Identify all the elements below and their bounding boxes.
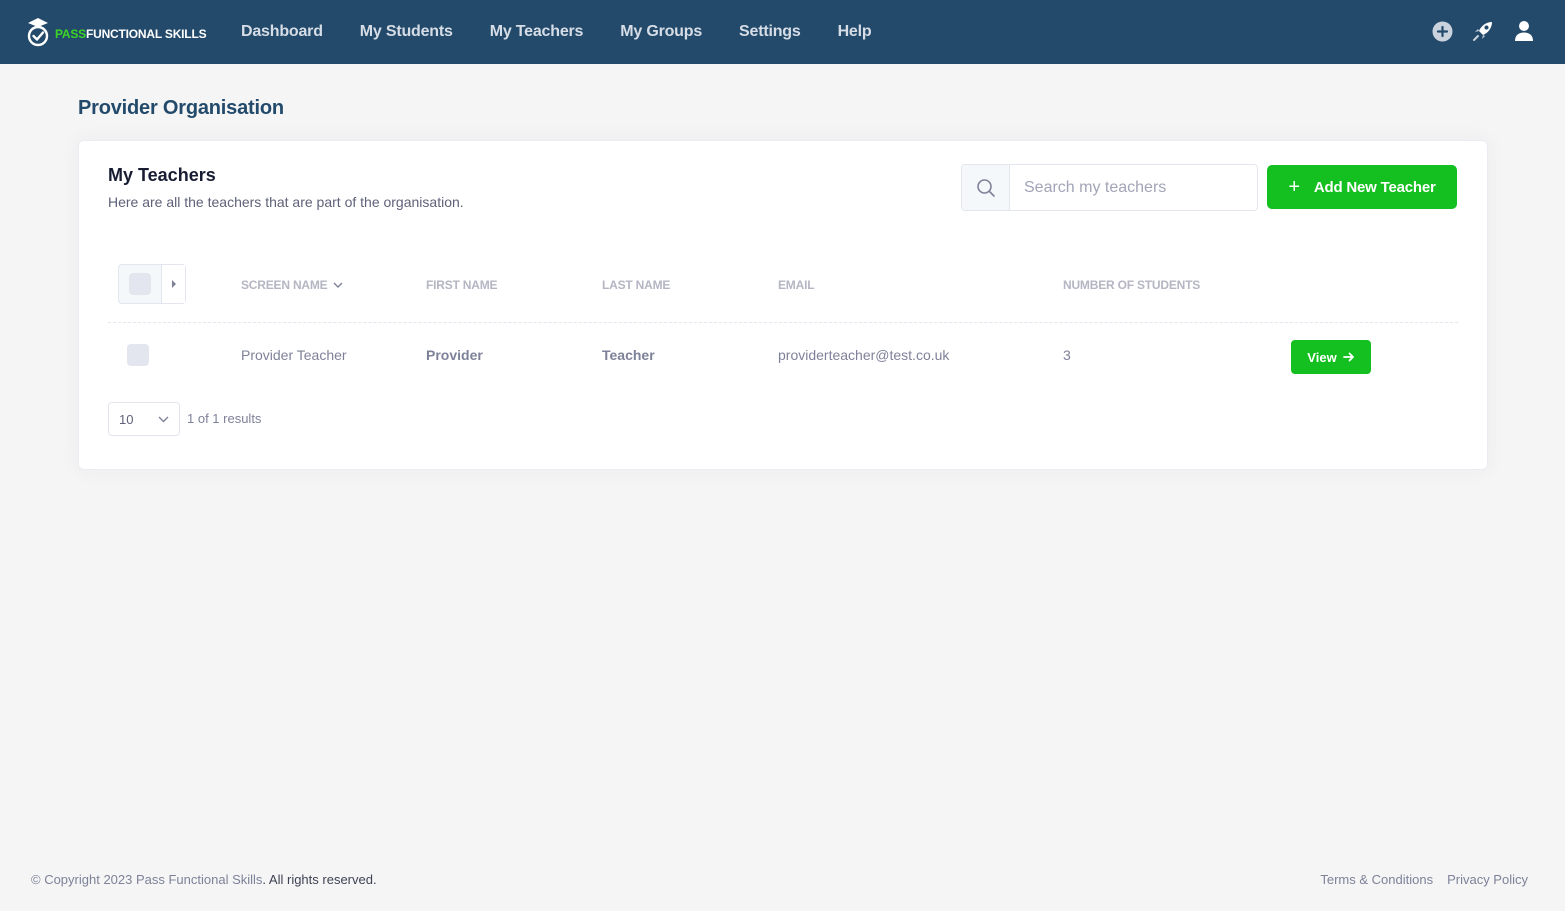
chevron-down-icon [158, 416, 169, 422]
plus-circle-icon[interactable] [1431, 19, 1453, 43]
search-bar [961, 164, 1258, 211]
nav-my-students[interactable]: My Students [341, 23, 471, 41]
arrow-right-icon [1342, 352, 1354, 362]
cell-first-name: Provider [426, 347, 483, 363]
page-title: Provider Organisation [78, 97, 284, 119]
cell-screen-name: Provider Teacher [241, 347, 347, 363]
table-row: Provider Teacher Provider Teacher provid… [108, 323, 1458, 391]
add-new-teacher-label: Add New Teacher [1313, 178, 1436, 196]
copyright-suffix: . All rights reserved. [262, 872, 377, 887]
cell-last-name: Teacher [602, 347, 655, 363]
terms-link[interactable]: Terms & Conditions [1320, 872, 1433, 887]
col-email[interactable]: EMAIL [778, 278, 815, 292]
per-page-value: 10 [119, 411, 134, 427]
search-icon [962, 165, 1010, 210]
main-nav: Dashboard My Students My Teachers My Gro… [222, 0, 889, 64]
bulk-select[interactable] [118, 264, 186, 304]
nav-my-teachers[interactable]: My Teachers [471, 23, 602, 41]
copyright: © Copyright 2023 Pass Functional Skills.… [31, 872, 377, 887]
rocket-icon[interactable] [1472, 19, 1494, 43]
cell-email: providerteacher@test.co.uk [778, 347, 950, 363]
plus-icon: + [1288, 176, 1300, 198]
col-first-name[interactable]: FIRST NAME [426, 278, 498, 292]
logo-icon [27, 18, 49, 47]
results-count: 1 of 1 results [187, 411, 262, 426]
card-title: My Teachers [108, 165, 216, 185]
caret-right-icon[interactable] [161, 265, 185, 303]
nav-my-groups[interactable]: My Groups [601, 23, 720, 41]
header-actions [1431, 19, 1535, 43]
per-page-select[interactable]: 10 [108, 402, 180, 436]
view-button[interactable]: View [1291, 340, 1371, 374]
row-checkbox[interactable] [127, 344, 149, 366]
copyright-prefix: © Copyright 2023 Pass Functional Skills [31, 872, 263, 887]
user-icon[interactable] [1513, 19, 1535, 43]
view-label: View [1307, 349, 1337, 365]
add-new-teacher-button[interactable]: + Add New Teacher [1267, 165, 1457, 209]
col-last-name[interactable]: LAST NAME [602, 278, 670, 292]
table-header: SCREEN NAME FIRST NAME LAST NAME EMAIL N… [108, 261, 1458, 323]
top-navbar: PASSFUNCTIONAL SKILLS Dashboard My Stude… [0, 0, 1565, 64]
card-subtitle: Here are all the teachers that are part … [108, 194, 464, 210]
select-all-checkbox[interactable] [129, 273, 151, 295]
cell-number-of-students: 3 [1063, 347, 1071, 363]
privacy-link[interactable]: Privacy Policy [1447, 872, 1528, 887]
nav-settings[interactable]: Settings [720, 23, 819, 41]
col-screen-name[interactable]: SCREEN NAME [241, 278, 343, 292]
search-input[interactable] [1010, 165, 1257, 210]
nav-help[interactable]: Help [819, 23, 890, 41]
col-number-of-students[interactable]: NUMBER OF STUDENTS [1063, 278, 1200, 292]
chevron-down-icon [333, 282, 343, 288]
logo-text: PASSFUNCTIONAL SKILLS [55, 27, 207, 41]
teachers-card: My Teachers Here are all the teachers th… [78, 140, 1488, 470]
nav-dashboard[interactable]: Dashboard [222, 23, 341, 41]
logo[interactable]: PASSFUNCTIONAL SKILLS [25, 16, 207, 48]
footer-links: Terms & Conditions Privacy Policy [1320, 872, 1528, 887]
